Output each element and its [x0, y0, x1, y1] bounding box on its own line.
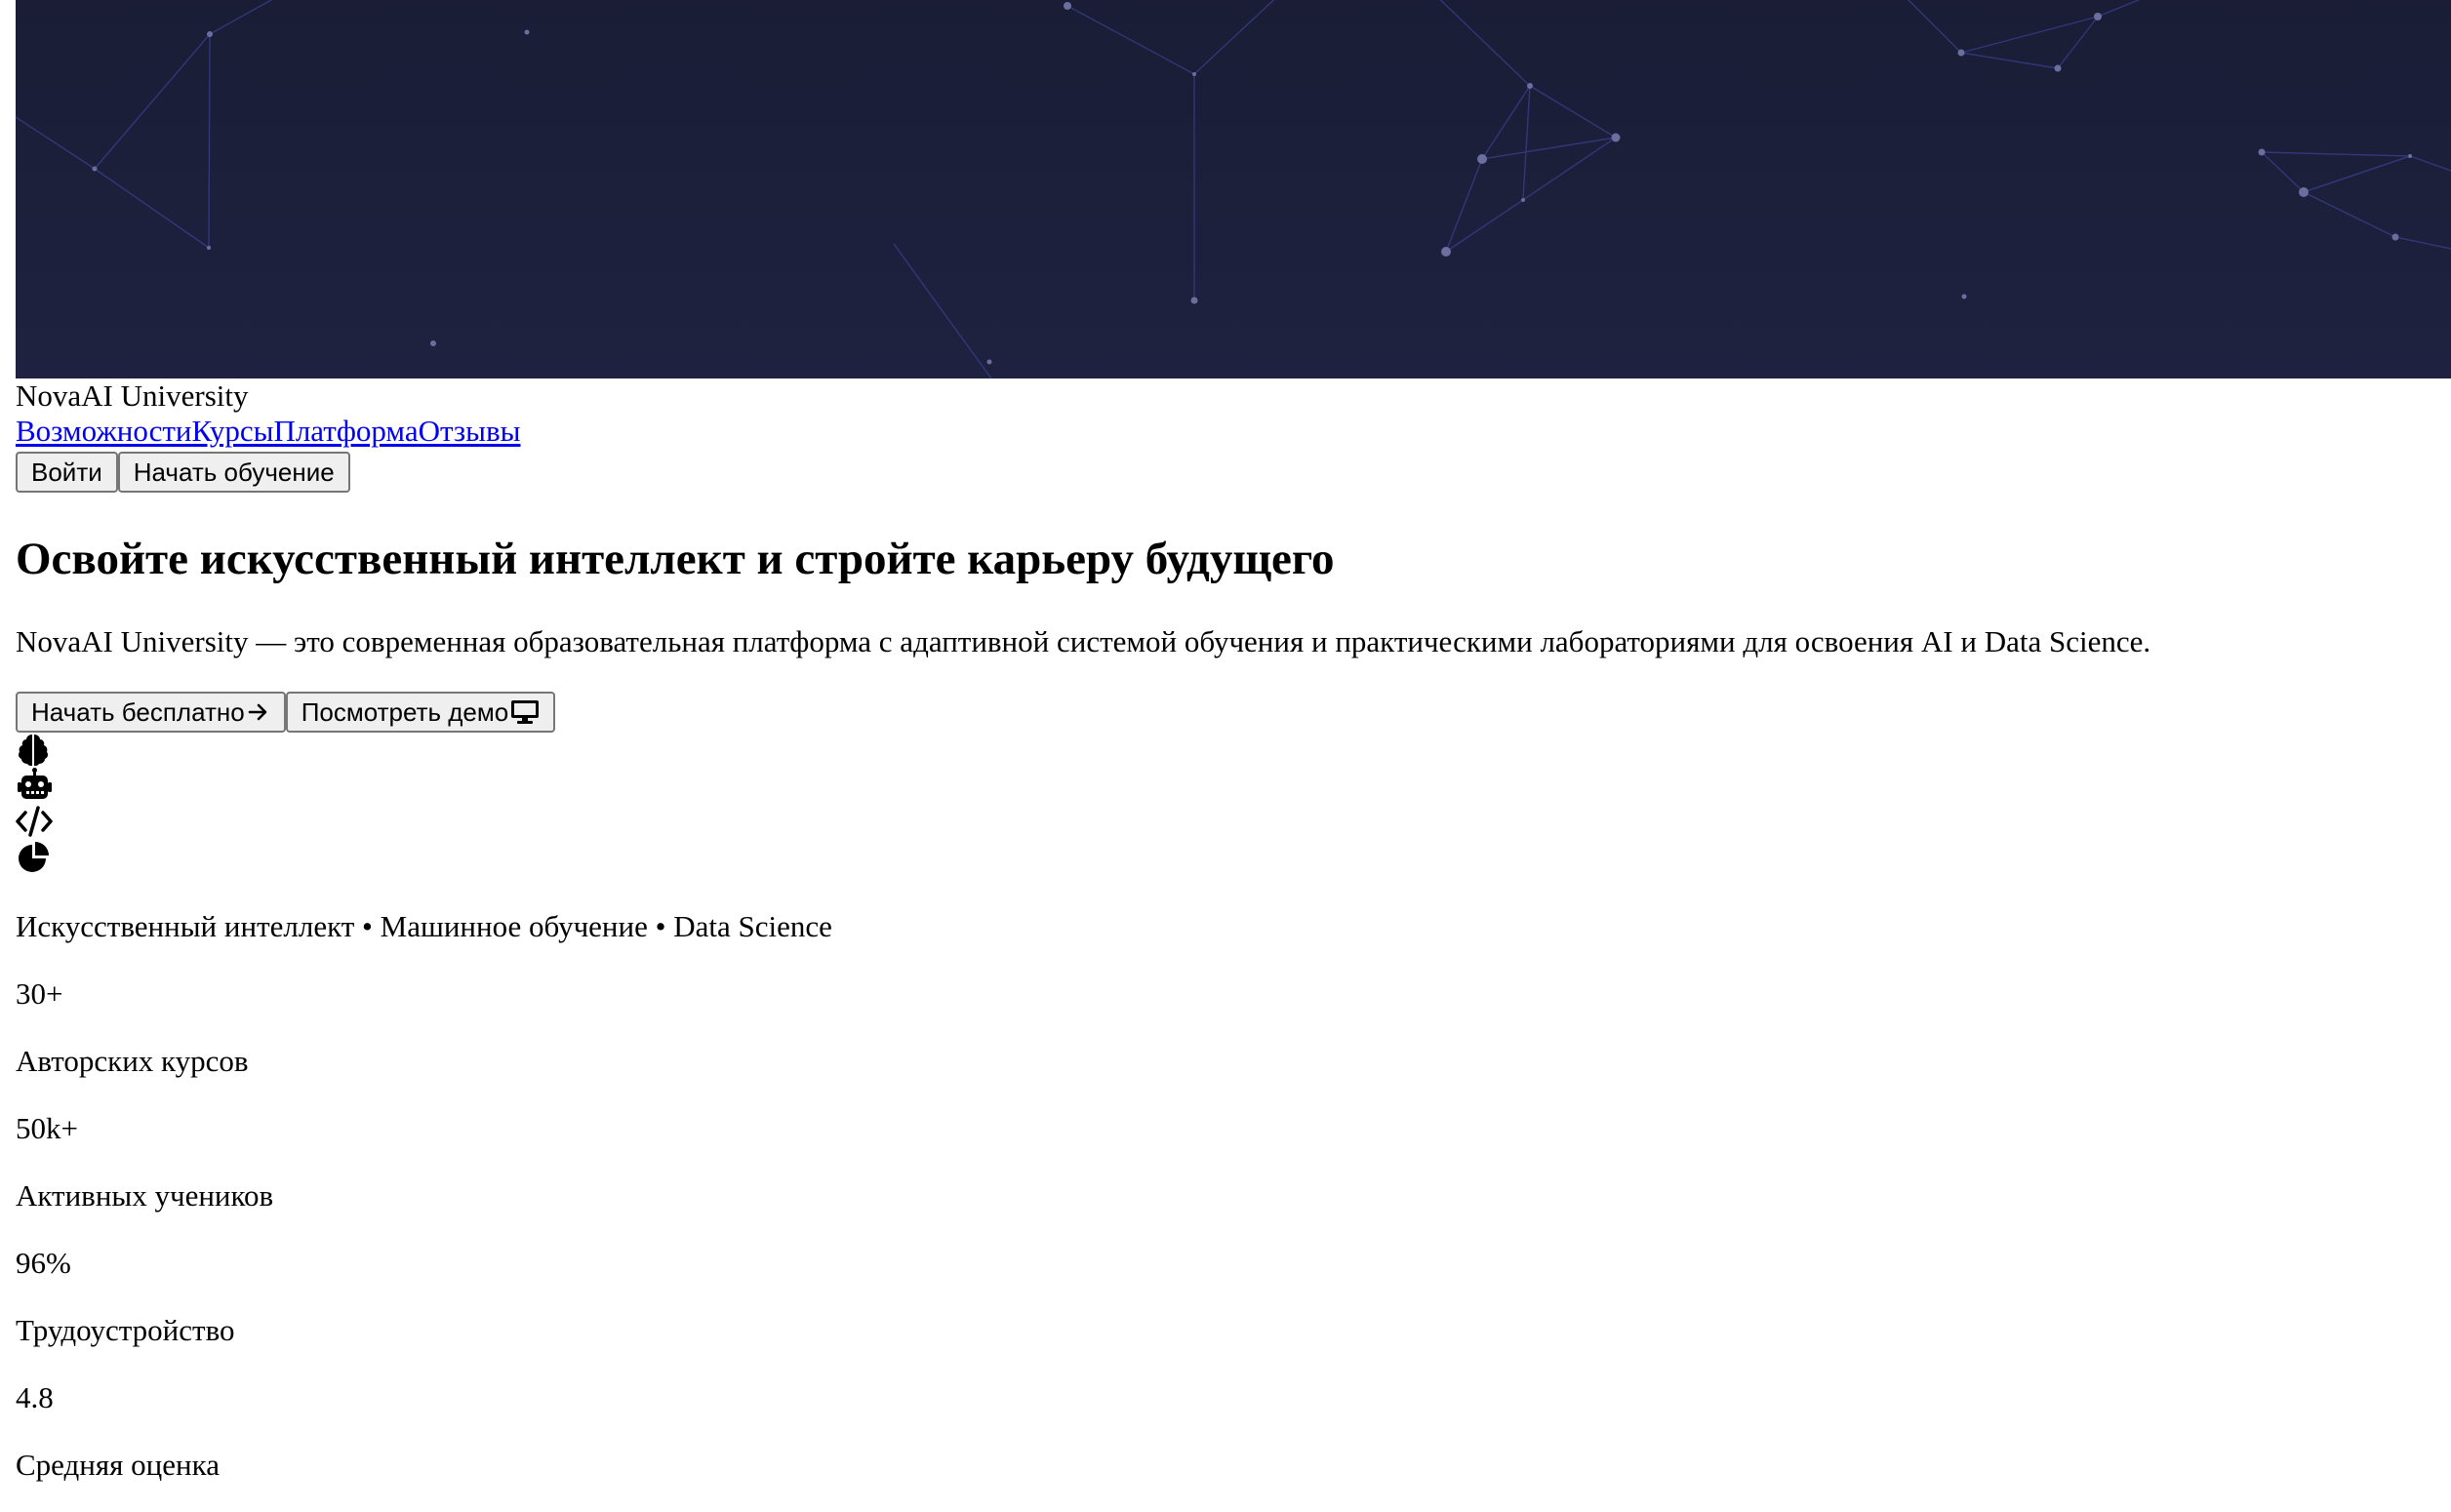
start-free-label: Начать бесплатно — [31, 696, 245, 727]
stat-students-value: 50k+ — [16, 1111, 78, 1145]
stat-employment-value: 96% — [16, 1246, 71, 1280]
stat-courses-value: 30+ — [16, 976, 63, 1011]
nav-link-features[interactable]: Возможности — [16, 414, 192, 448]
nav-link-platform[interactable]: Платформа — [273, 414, 418, 448]
hero-topics: Искусственный интеллект • Машинное обуче… — [16, 909, 832, 943]
login-button[interactable]: Войти — [16, 452, 118, 493]
hero-title: Освойте искусственный интеллект и стройт… — [16, 534, 1335, 584]
nav-link-reviews[interactable]: Отзывы — [419, 414, 521, 448]
robot-icon — [18, 768, 52, 799]
stat-rating-value: 4.8 — [16, 1380, 54, 1414]
hero-cta: Начать бесплатно Посмотреть демо — [16, 692, 556, 733]
network-graphic — [16, 0, 2451, 378]
stats-list: 30+ Авторских курсов 50k+ Активных учени… — [16, 973, 273, 1511]
stat-employment-label: Трудоустройство — [16, 1313, 235, 1347]
brain-icon — [18, 735, 49, 766]
code-icon — [16, 806, 53, 837]
stat-rating-label: Средняя оценка — [16, 1448, 220, 1482]
pie-chart-icon — [19, 842, 49, 872]
header-actions: Войти Начать обучение — [16, 452, 350, 493]
hero-lead: NovaAI University — это современная обра… — [16, 624, 2151, 658]
monitor-icon — [511, 700, 540, 724]
hero-network-background — [16, 0, 2451, 378]
stat-courses-label: Авторских курсов — [16, 1044, 249, 1078]
nav-link-courses[interactable]: Курсы — [192, 414, 274, 448]
stat-students-label: Активных учеников — [16, 1178, 274, 1213]
start-free-button[interactable]: Начать бесплатно — [16, 692, 286, 733]
watch-demo-label: Посмотреть демо — [301, 696, 509, 727]
start-learning-button[interactable]: Начать обучение — [117, 452, 350, 493]
hero-icon-stack — [16, 732, 55, 876]
arrow-right-icon — [248, 703, 267, 721]
watch-demo-button[interactable]: Посмотреть демо — [285, 692, 556, 733]
main-nav: ВозможностиКурсыПлатформаОтзывы — [16, 412, 520, 451]
brand-name: NovaAI University — [16, 378, 249, 413]
